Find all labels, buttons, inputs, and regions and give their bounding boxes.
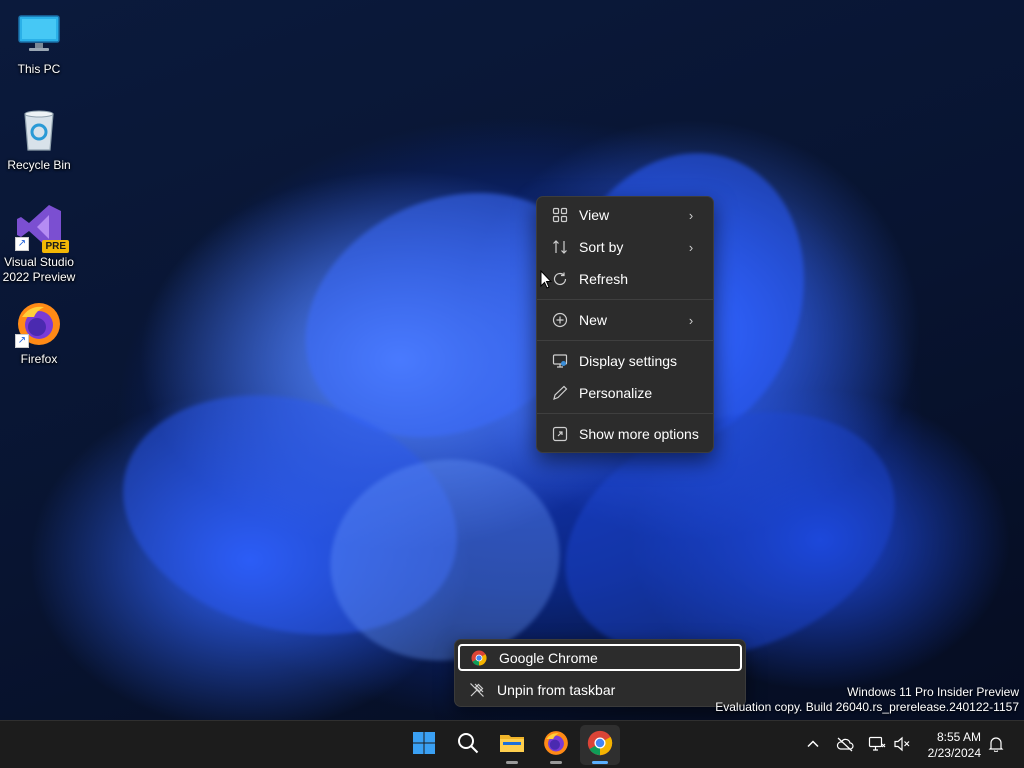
jump-item-google-chrome[interactable]: Google Chrome bbox=[458, 644, 742, 671]
menu-separator bbox=[537, 340, 713, 341]
chevron-right-icon: › bbox=[688, 239, 694, 255]
menu-item-label: Display settings bbox=[579, 353, 678, 369]
recycle-bin-icon bbox=[15, 106, 63, 154]
evaluation-watermark: Windows 11 Pro Insider Preview Evaluatio… bbox=[715, 685, 1019, 715]
menu-item-show-more-options[interactable]: Show more options bbox=[541, 419, 709, 449]
network-icon[interactable] bbox=[866, 733, 888, 755]
menu-item-display-settings[interactable]: Display settings bbox=[541, 346, 709, 376]
menu-item-new[interactable]: New › bbox=[541, 305, 709, 335]
running-indicator bbox=[506, 761, 518, 764]
watermark-line-2: Evaluation copy. Build 26040.rs_prerelea… bbox=[715, 700, 1019, 714]
clock-time: 8:55 AM bbox=[936, 730, 981, 744]
chrome-jump-list: Google Chrome Unpin from taskbar bbox=[454, 639, 746, 707]
cloud-off-icon[interactable] bbox=[834, 733, 856, 755]
desktop-icon-label: Recycle Bin bbox=[7, 158, 71, 172]
chrome-icon bbox=[587, 730, 613, 761]
notification-bell-icon[interactable] bbox=[985, 733, 1007, 755]
folder-icon bbox=[499, 732, 525, 759]
menu-item-refresh[interactable]: Refresh bbox=[541, 264, 709, 294]
grid-view-icon bbox=[551, 206, 569, 224]
menu-item-label: New bbox=[579, 312, 608, 328]
firefox-taskbar-button[interactable] bbox=[536, 725, 576, 765]
menu-item-label: View bbox=[579, 207, 610, 223]
desktop-icon-firefox[interactable]: ↗ Firefox bbox=[0, 300, 78, 367]
shortcut-arrow-icon: ↗ bbox=[15, 334, 29, 348]
plus-circle-icon bbox=[551, 311, 569, 329]
desktop-icon-visual-studio[interactable]: PRE ↗ Visual Studio 2022 Preview bbox=[0, 203, 78, 285]
menu-separator bbox=[537, 299, 713, 300]
taskbar: 8:55 AM 2/23/2024 bbox=[0, 720, 1024, 768]
menu-item-sort-by[interactable]: Sort by › bbox=[541, 232, 709, 262]
desktop-context-menu: View › Sort by › Refresh New › Display s… bbox=[536, 196, 714, 453]
unpin-icon bbox=[468, 681, 486, 699]
menu-item-label: Show more options bbox=[579, 426, 699, 442]
pen-icon bbox=[551, 384, 569, 402]
expand-icon bbox=[551, 425, 569, 443]
search-icon bbox=[456, 731, 480, 760]
desktop-icon-this-pc[interactable]: This PC bbox=[0, 10, 78, 77]
desktop-icon-label: Visual Studio 2022 Preview bbox=[2, 255, 76, 284]
monitor-icon bbox=[15, 10, 63, 58]
sort-icon bbox=[551, 238, 569, 256]
menu-item-personalize[interactable]: Personalize bbox=[541, 378, 709, 408]
menu-item-label: Sort by bbox=[579, 239, 624, 255]
menu-item-view[interactable]: View › bbox=[541, 200, 709, 230]
clock-date: 2/23/2024 bbox=[927, 746, 981, 760]
preview-badge: PRE bbox=[42, 240, 69, 253]
menu-item-label: Personalize bbox=[579, 385, 653, 401]
chevron-right-icon: › bbox=[688, 312, 694, 328]
desktop-icon-label: This PC bbox=[17, 62, 61, 76]
desktop-icon-label: Firefox bbox=[20, 352, 58, 366]
shortcut-arrow-icon: ↗ bbox=[15, 237, 29, 251]
chrome-taskbar-button[interactable] bbox=[580, 725, 620, 765]
running-indicator bbox=[550, 761, 562, 764]
menu-separator bbox=[537, 413, 713, 414]
volume-muted-icon[interactable] bbox=[891, 733, 913, 755]
search-button[interactable] bbox=[448, 725, 488, 765]
mouse-cursor bbox=[540, 269, 553, 294]
jump-item-unpin-from-taskbar[interactable]: Unpin from taskbar bbox=[458, 676, 742, 703]
windows-logo-icon bbox=[412, 731, 436, 760]
watermark-line-1: Windows 11 Pro Insider Preview bbox=[847, 685, 1019, 699]
file-explorer-button[interactable] bbox=[492, 725, 532, 765]
clock[interactable]: 8:55 AM 2/23/2024 bbox=[928, 729, 981, 761]
jump-item-label: Google Chrome bbox=[499, 649, 598, 666]
firefox-icon: ↗ bbox=[15, 300, 63, 348]
firefox-icon bbox=[543, 730, 569, 761]
chevron-up-icon[interactable] bbox=[802, 733, 824, 755]
chevron-right-icon: › bbox=[688, 207, 694, 223]
desktop-icon-recycle-bin[interactable]: Recycle Bin bbox=[0, 106, 78, 173]
active-indicator bbox=[592, 761, 608, 764]
visual-studio-icon: PRE ↗ bbox=[15, 203, 69, 253]
chrome-icon bbox=[470, 649, 488, 667]
menu-item-label: Refresh bbox=[579, 271, 629, 287]
start-button[interactable] bbox=[404, 725, 444, 765]
display-icon bbox=[551, 352, 569, 370]
jump-item-label: Unpin from taskbar bbox=[497, 681, 616, 698]
refresh-icon bbox=[551, 270, 569, 288]
